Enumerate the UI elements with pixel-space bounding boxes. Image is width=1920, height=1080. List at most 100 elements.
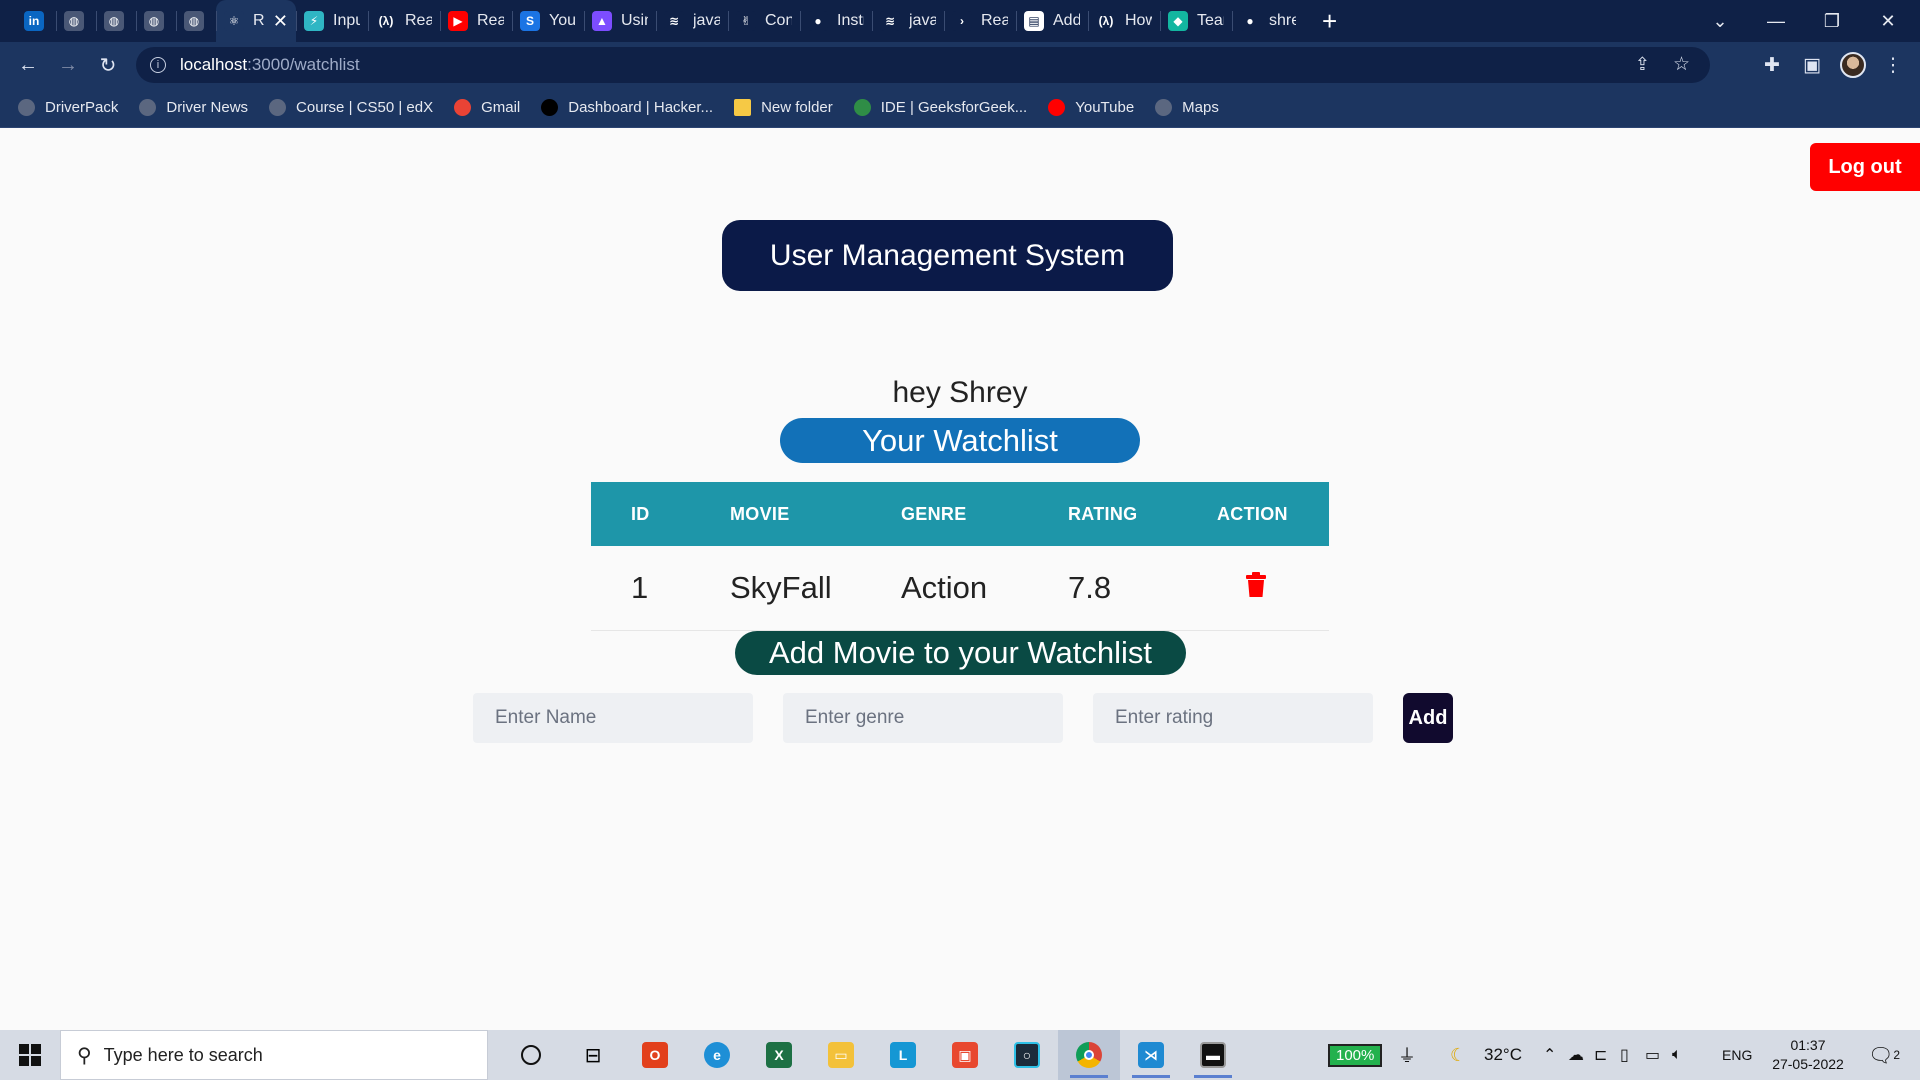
movie-name-input[interactable] (473, 693, 753, 743)
cell-id: 1 (591, 546, 730, 631)
browser-tab[interactable]: ◆ Team (1160, 0, 1232, 42)
new-tab-icon[interactable]: + (1322, 6, 1337, 37)
file-explorer-icon[interactable]: ▭ (810, 1030, 872, 1080)
bookmark-item[interactable]: New folder (734, 99, 833, 116)
device-icon[interactable]: ▯ (1620, 1030, 1629, 1080)
tray-chevron-icon[interactable]: ⌃ (1543, 1030, 1556, 1080)
volume-icon[interactable]: 🔈︎ (1672, 1030, 1682, 1080)
bookmark-item[interactable]: Gmail (454, 99, 520, 116)
web-page: Log out User Management System hey Shrey… (0, 128, 1920, 1030)
task-view-icon[interactable]: ⊟ (562, 1030, 624, 1080)
browser-tab[interactable]: › React (944, 0, 1016, 42)
clock[interactable]: 01:37 27-05-2022 (1768, 1030, 1848, 1080)
logout-button[interactable]: Log out (1810, 143, 1920, 191)
notifications-icon[interactable]: 🗨︎ 2 (1868, 1030, 1900, 1080)
temperature-text[interactable]: 32°C (1484, 1030, 1522, 1080)
delete-trash-icon[interactable] (1245, 570, 1267, 597)
windows-taskbar: ⚲ Type here to search ⊟ O e X ▭ L ▣ ○ ⋊ … (0, 1030, 1920, 1080)
table-row: 1 SkyFall Action 7.8 (591, 546, 1329, 631)
add-movie-button[interactable]: Add (1403, 693, 1453, 743)
browser-tab[interactable]: ◍ (176, 0, 216, 42)
bookmark-label: Gmail (481, 99, 521, 116)
chrome-app-icon[interactable] (1058, 1030, 1120, 1080)
browser-tab[interactable]: (λ) How t (1088, 0, 1160, 42)
windows-start-icon[interactable] (0, 1030, 60, 1080)
excel-app-icon[interactable]: X (748, 1030, 810, 1080)
onedrive-icon[interactable]: ☁ (1568, 1030, 1584, 1080)
language-indicator[interactable]: ENG (1722, 1030, 1752, 1080)
bookmark-item[interactable]: Maps (1155, 99, 1219, 116)
office-app-icon[interactable]: O (624, 1030, 686, 1080)
github-icon: ● (808, 11, 828, 31)
close-tab-icon[interactable]: ✕ (273, 11, 288, 32)
tab-search-chevron-icon[interactable]: ⌄ (1692, 0, 1748, 42)
browser-tab[interactable]: ▲ Using (584, 0, 656, 42)
browser-tab[interactable]: ⚛ Re ✕ (216, 0, 296, 42)
bookmark-item[interactable]: IDE | GeeksforGeek... (853, 99, 1027, 116)
terminal-app-icon[interactable]: ▬ (1182, 1030, 1244, 1080)
globe-icon: ◍ (104, 11, 124, 31)
minimize-icon[interactable]: — (1748, 0, 1804, 42)
tab-title: Using (621, 12, 648, 29)
genre-input[interactable] (783, 693, 1063, 743)
browser-tab[interactable]: ≋ javasc (656, 0, 728, 42)
bookmark-label: DriverPack (45, 99, 119, 116)
site-info-icon[interactable]: i (150, 57, 166, 73)
profile-avatar[interactable] (1833, 42, 1873, 88)
browser-tab[interactable]: S You h (512, 0, 584, 42)
browser-tab[interactable]: ⚡ Input (296, 0, 368, 42)
share-icon[interactable]: ⇪ (1635, 54, 1650, 75)
search-icon: ⚲ (77, 1044, 92, 1067)
browser-tab[interactable]: (λ) React (368, 0, 440, 42)
browser-tab[interactable]: ◍ (56, 0, 96, 42)
weather-moon-icon[interactable]: ☾ (1450, 1030, 1466, 1080)
battery-indicator[interactable]: 100% (1328, 1030, 1383, 1080)
page-title: User Management System (722, 220, 1173, 291)
restore-icon[interactable]: ❐ (1804, 0, 1860, 42)
bookmark-item[interactable]: Dashboard | Hacker... (541, 99, 713, 116)
side-panel-icon[interactable]: ▣ (1792, 42, 1832, 88)
forward-arrow-icon[interactable]: → (48, 45, 88, 85)
alexa-app-icon[interactable]: ○ (996, 1030, 1058, 1080)
browser-tab[interactable]: ◍ (96, 0, 136, 42)
display-icon[interactable]: ▭ (1645, 1030, 1660, 1080)
globe-icon: ◍ (144, 11, 164, 31)
tab-strip: in ◍ ◍ ◍ ◍ ⚛ Re ✕ ⚡ Input (λ) React ▶ React S You h ▲ Usi… (0, 0, 1920, 42)
url-path: :3000/watchlist (247, 55, 360, 74)
rating-input[interactable] (1093, 693, 1373, 743)
menu-kebab-icon[interactable]: ⋮ (1873, 42, 1913, 88)
cortana-icon[interactable] (500, 1030, 562, 1080)
bookmark-star-icon[interactable]: ☆ (1673, 53, 1690, 76)
edge-app-icon[interactable]: e (686, 1030, 748, 1080)
browser-tab[interactable]: ◍ (136, 0, 176, 42)
lightshot-app-icon[interactable]: L (872, 1030, 934, 1080)
browser-tab[interactable]: ≋ javasc (872, 0, 944, 42)
browser-tab[interactable]: ✌ Conve (728, 0, 800, 42)
column-header-id: ID (591, 482, 730, 546)
tab-title: React (405, 12, 432, 29)
stackblitz-icon: S (520, 11, 540, 31)
browser-tab[interactable]: ● Instru (800, 0, 872, 42)
tab-title: shrey (1269, 12, 1296, 29)
cell-genre: Action (901, 546, 1068, 631)
browser-tab[interactable]: ● shrey (1232, 0, 1304, 42)
watchlist-heading: Your Watchlist (780, 418, 1140, 463)
bookmark-item[interactable]: Course | CS50 | edX (269, 99, 433, 116)
vscode-app-icon[interactable]: ⋊ (1120, 1030, 1182, 1080)
taskbar-search-box[interactable]: ⚲ Type here to search (60, 1030, 488, 1080)
watchlist-table: ID MOVIE GENRE RATING ACTION 1 SkyFall A… (591, 482, 1329, 631)
browser-tab[interactable]: in (16, 0, 56, 42)
bookmark-item[interactable]: YouTube (1048, 99, 1134, 116)
browser-tab[interactable]: ▶ React (440, 0, 512, 42)
extensions-icon[interactable]: ✚ (1752, 42, 1792, 88)
presentation-app-icon[interactable]: ▣ (934, 1030, 996, 1080)
back-arrow-icon[interactable]: ← (8, 45, 48, 85)
browser-tab[interactable]: ▤ Add a (1016, 0, 1088, 42)
address-bar[interactable]: i localhost:3000/watchlist ⇪ ☆ (136, 47, 1710, 83)
close-window-icon[interactable]: ✕ (1860, 0, 1916, 42)
reload-icon[interactable]: ↻ (88, 45, 128, 85)
bookmark-item[interactable]: Driver News (139, 99, 248, 116)
bookmark-label: Driver News (166, 99, 249, 116)
bookmark-item[interactable]: DriverPack (18, 99, 118, 116)
network-icon[interactable]: ⊏ (1594, 1030, 1607, 1080)
